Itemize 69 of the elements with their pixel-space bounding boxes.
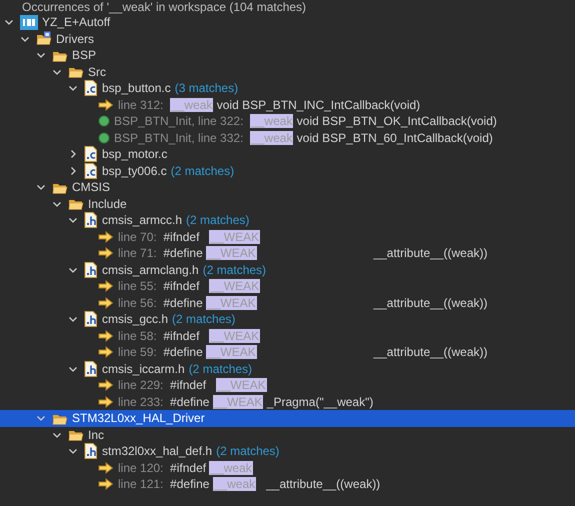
tree-item[interactable]: bsp_motor.c <box>102 145 168 164</box>
arrow-right-icon <box>98 478 114 490</box>
arrow-right-icon <box>98 462 114 474</box>
chevron-down-icon[interactable] <box>4 17 14 28</box>
method-icon <box>98 115 110 128</box>
match-line[interactable]: line 58: #ifndef __WEAK <box>118 326 260 345</box>
match-line[interactable]: line 70: #ifndef __WEAK <box>118 228 260 246</box>
tree-item[interactable]: Include <box>88 194 127 213</box>
header-file-icon <box>84 262 98 278</box>
match-count: (2 matches) <box>202 262 266 279</box>
match-line[interactable]: line 56: #define __WEAK __attribute__((weak)) <box>118 294 488 312</box>
arrow-right-icon <box>98 379 114 392</box>
match-count: (3 matches) <box>174 80 238 98</box>
chevron-down-icon[interactable] <box>36 182 46 192</box>
source-folder-icon <box>36 31 52 46</box>
arrow-right-icon <box>98 247 114 260</box>
match-line[interactable]: BSP_BTN_Init, line 322: __weak void BSP_BTN_OK_IntCallback(void) <box>114 112 497 130</box>
tree-item[interactable]: cmsis_gcc.h <box>102 310 168 328</box>
header-file-icon <box>84 212 98 228</box>
match-count: (2 matches) <box>186 212 250 230</box>
match-line[interactable]: line 55: #ifndef __WEAK <box>118 277 260 296</box>
tree-item[interactable]: Inc <box>88 426 104 444</box>
tree-item[interactable]: cmsis_armclang.h <box>102 260 199 279</box>
tree-item[interactable]: Drivers <box>56 30 94 48</box>
arrow-right-icon <box>98 296 114 309</box>
match-line[interactable]: line 229: #ifndef __WEAK <box>118 376 267 394</box>
chevron-down-icon[interactable] <box>68 215 78 226</box>
c-file-icon <box>84 80 98 96</box>
match-line[interactable]: line 120: #ifndef __weak <box>118 458 253 477</box>
match-line[interactable]: line 59: #define __WEAK __attribute__((weak)) <box>118 343 488 362</box>
chevron-down-icon[interactable] <box>36 413 46 424</box>
header-file-icon <box>84 311 98 328</box>
tree-item[interactable]: cmsis_iccarm.h <box>102 360 185 378</box>
match-line[interactable]: line 312: __weak void BSP_BTN_INC_IntCallback(void) <box>118 96 420 114</box>
match-count: (2 matches) <box>172 311 236 328</box>
method-icon <box>98 132 110 144</box>
arrow-right-icon <box>98 330 114 342</box>
tree-item[interactable]: CMSIS <box>72 178 110 196</box>
project-icon <box>20 14 38 30</box>
chevron-down-icon[interactable] <box>68 314 78 324</box>
arrow-right-icon <box>98 280 114 292</box>
match-line[interactable]: line 71: #define __WEAK __attribute__((weak)) <box>118 244 488 262</box>
match-line[interactable]: BSP_BTN_Init, line 332: __weak void BSP_BTN_60_IntCallback(void) <box>114 128 493 147</box>
chevron-down-icon[interactable] <box>36 50 46 60</box>
arrow-right-icon <box>98 396 114 408</box>
arrow-right-icon <box>98 98 114 111</box>
match-line[interactable]: line 121: #define __weak __attribute__((weak)) <box>118 475 380 494</box>
tree-item[interactable]: stm32l0xx_hal_def.h <box>102 442 212 460</box>
tree-item[interactable]: cmsis_armcc.h <box>102 211 182 230</box>
c-file-icon <box>84 162 98 179</box>
arrow-right-icon <box>98 346 114 358</box>
tree-item[interactable]: YZ_E+Autoff <box>42 13 110 32</box>
match-line[interactable]: line 233: #define __WEAK _Pragma("__weak") <box>118 392 374 411</box>
chevron-down-icon[interactable] <box>68 83 78 94</box>
header-file-icon <box>84 443 98 460</box>
tree-item[interactable]: bsp_button.c <box>102 79 171 98</box>
c-file-icon <box>84 146 98 162</box>
arrow-right-icon <box>98 230 114 243</box>
search-results-title: Occurrences of '__weak' in workspace (104 matches) <box>21 0 308 14</box>
chevron-down-icon[interactable] <box>68 446 78 456</box>
match-count: (2 matches) <box>170 162 234 180</box>
tree-item[interactable]: Src <box>88 62 106 81</box>
match-count: (2 matches) <box>188 360 252 378</box>
match-count: (2 matches) <box>216 443 280 460</box>
tree-item[interactable]: BSP <box>72 46 96 64</box>
chevron-right-icon[interactable] <box>68 166 78 176</box>
header-file-icon <box>84 360 98 377</box>
tree-item[interactable]: bsp_ty006.c <box>102 162 167 180</box>
chevron-right-icon[interactable] <box>68 149 78 160</box>
